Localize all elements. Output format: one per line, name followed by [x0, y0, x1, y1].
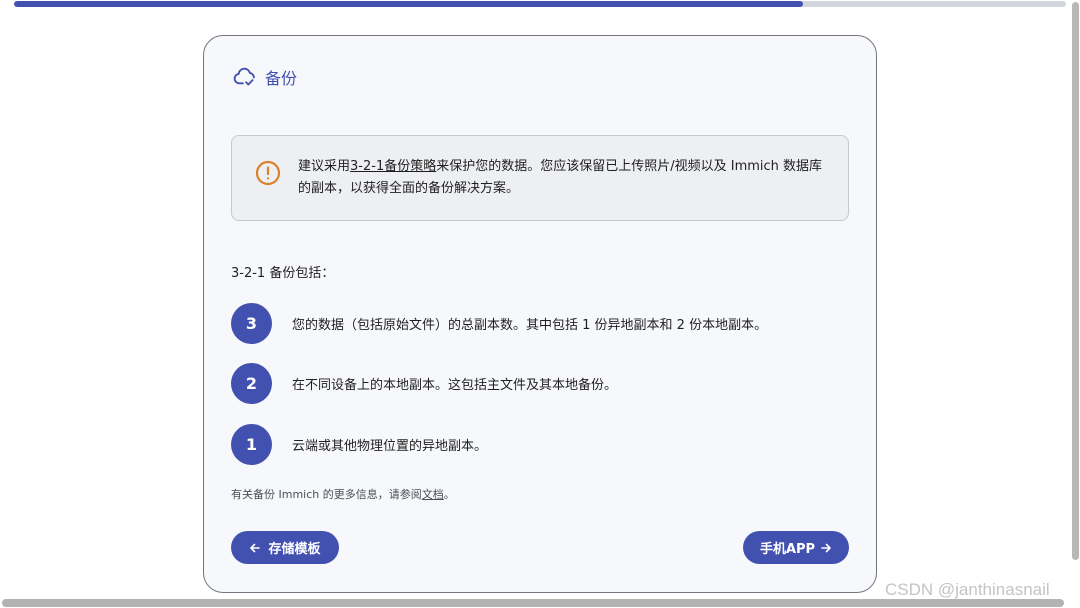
rule-item: 1 云端或其他物理位置的异地副本。 [231, 424, 487, 465]
footnote: 有关备份 Immich 的更多信息，请参阅文档。 [231, 486, 455, 502]
rule-description: 在不同设备上的本地副本。这包括主文件及其本地备份。 [292, 378, 618, 393]
rule-item: 2 在不同设备上的本地副本。这包括主文件及其本地备份。 [231, 363, 617, 404]
rule-number-badge: 2 [231, 363, 272, 404]
next-button-label: 手机APP [759, 542, 816, 557]
progress-bar-fill [14, 1, 803, 7]
card-header: 备份 [232, 64, 297, 89]
alert-message: 建议采用3-2-1备份策略来保护您的数据。您应该保留已上传照片/视频以及 Imm… [298, 156, 833, 200]
footnote-prefix: 有关备份 Immich 的更多信息，请参阅 [231, 488, 422, 501]
footnote-suffix: 。 [443, 488, 455, 501]
card-title: 备份 [265, 68, 298, 88]
rule-number-badge: 3 [231, 303, 272, 344]
back-storage-template-button[interactable]: 存储模板 [231, 531, 339, 564]
rule-description: 云端或其他物理位置的异地副本。 [292, 439, 488, 454]
documentation-link[interactable]: 文档 [422, 488, 444, 501]
backup-strategy-alert: 建议采用3-2-1备份策略来保护您的数据。您应该保留已上传照片/视频以及 Imm… [231, 135, 849, 221]
backup-card: 备份 建议采用3-2-1备份策略来保护您的数据。您应该保留已上传照片/视频以及 … [203, 35, 877, 593]
horizontal-scrollbar-thumb[interactable] [2, 599, 1064, 607]
backup-strategy-link[interactable]: 3-2-1备份策略 [350, 159, 436, 174]
arrow-right-icon [815, 542, 832, 554]
watermark: CSDN @janthinasnail [885, 580, 1050, 599]
cloud-check-icon [232, 64, 257, 89]
vertical-scrollbar[interactable] [1070, 0, 1080, 608]
alert-circle-icon [255, 160, 281, 190]
next-mobile-app-button[interactable]: 手机APP [743, 531, 849, 564]
alert-text-prefix: 建议采用 [298, 159, 351, 174]
rule-number-badge: 1 [231, 424, 272, 465]
includes-label: 3-2-1 备份包括： [231, 266, 335, 281]
rule-item: 3 您的数据（包括原始文件）的总副本数。其中包括 1 份异地副本和 2 份本地副… [231, 303, 767, 344]
arrow-left-icon [249, 542, 268, 554]
progress-bar [14, 1, 1066, 7]
rule-description: 您的数据（包括原始文件）的总副本数。其中包括 1 份异地副本和 2 份本地副本。 [292, 318, 768, 333]
vertical-scrollbar-thumb[interactable] [1072, 2, 1079, 560]
back-button-label: 存储模板 [268, 542, 321, 557]
